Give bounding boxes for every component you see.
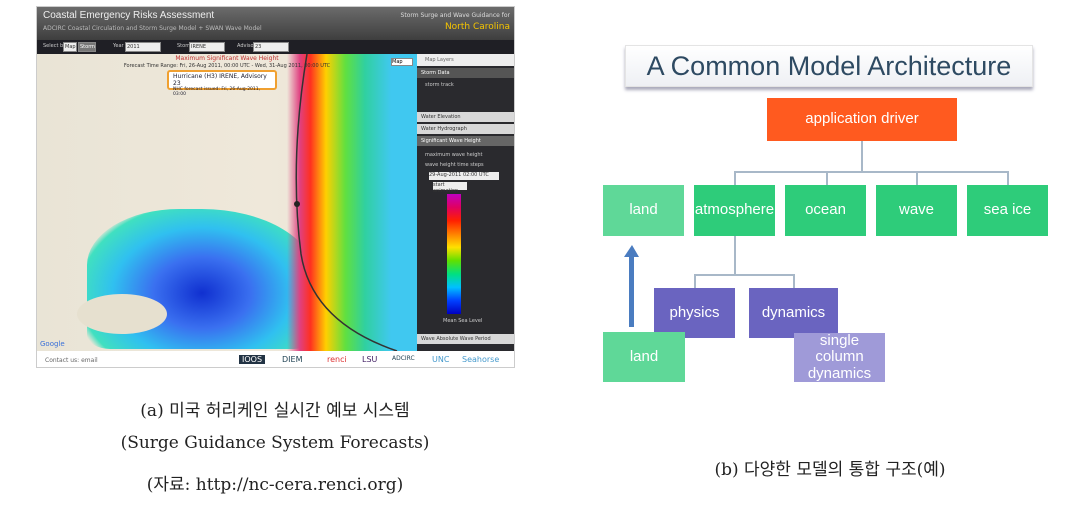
map-layers-panel: Map Layers Storm Data storm track Water … <box>417 54 514 351</box>
sea-level-label: Mean Sea Level <box>443 318 483 324</box>
connector <box>734 171 1008 173</box>
wave-height-map[interactable]: Map Google <box>37 54 417 351</box>
unc-logo: UNC <box>432 355 450 364</box>
region-name: North Carolina <box>444 22 510 32</box>
map-title: Maximum Significant Wave Height <box>175 55 279 62</box>
storm-track-toggle[interactable]: storm track <box>425 82 454 88</box>
region-label: Storm Surge and Wave Guidance for <box>400 12 510 19</box>
google-logo: Google <box>40 340 65 348</box>
connector <box>694 274 794 276</box>
connector <box>793 274 795 288</box>
dynamics-box: dynamics <box>749 288 838 338</box>
footer: Contact us: email IOOS DIEM renci LSU AD… <box>37 351 514 367</box>
hurricane-info: Hurricane (H3) IRENE, Advisory 23 NHC fo… <box>167 70 277 97</box>
map-layers-title: Map Layers <box>417 54 514 66</box>
app-header: Coastal Emergency Risks Assessment ADCIR… <box>37 7 514 40</box>
caption-a-line2: (Surge Guidance System Forecasts) <box>120 433 430 453</box>
physics-box: physics <box>654 288 735 338</box>
app-subtitle: ADCIRC Coastal Circulation and Storm Sur… <box>43 25 262 32</box>
year-select[interactable]: 2011 <box>125 42 161 52</box>
max-wave-radio[interactable]: maximum wave height <box>425 152 483 158</box>
hurricane-forecast-screenshot: Coastal Emergency Risks Assessment ADCIR… <box>36 6 515 368</box>
storm-select[interactable]: IRENE <box>189 42 225 52</box>
wave-height-colorbar <box>447 194 461 314</box>
mexico-land <box>77 294 167 334</box>
atmosphere-box: atmosphere <box>694 185 775 236</box>
map-button[interactable]: Map <box>63 42 77 52</box>
connector <box>826 171 828 185</box>
storm-track <box>294 54 398 351</box>
connector <box>734 236 736 276</box>
sea-ice-box: sea ice <box>967 185 1048 236</box>
ioos-logo: IOOS <box>239 355 266 364</box>
connector <box>916 171 918 185</box>
water-hydrograph-header[interactable]: Water Hydrograph <box>417 124 514 134</box>
date-select[interactable]: 29-Aug-2011 02:00 UTC <box>429 172 499 180</box>
land-box: land <box>603 185 684 236</box>
caption-b: (b) 다양한 모델의 통합 구조(예) <box>714 460 946 480</box>
connector <box>694 274 696 288</box>
sig-wave-header[interactable]: Significant Wave Height <box>417 136 514 146</box>
storm-data-header[interactable]: Storm Data <box>417 68 514 78</box>
storm-button[interactable]: Storm <box>78 42 96 52</box>
toolbar: Select by Map Storm Year 2011 Storm IREN… <box>37 40 514 54</box>
year-label: Year <box>113 43 124 49</box>
wave-period-header[interactable]: Wave Absolute Wave Period <box>417 334 514 344</box>
arrow-up-icon <box>624 245 639 327</box>
diem-logo: DIEM <box>282 355 303 364</box>
hurricane-name: Hurricane (H3) IRENE, Advisory 23 <box>173 73 267 87</box>
advisory-select[interactable]: 23 <box>253 42 289 52</box>
connector <box>1007 171 1009 185</box>
connector <box>861 141 863 173</box>
forecast-range: Forecast Time Range: Fri, 26-Aug 2011, 0… <box>123 63 331 69</box>
connector <box>734 171 736 185</box>
single-column-dynamics-box: single column dynamics <box>794 332 885 382</box>
app-title: Coastal Emergency Risks Assessment <box>43 10 215 21</box>
lsu-logo: LSU <box>362 355 378 364</box>
wave-box: wave <box>876 185 957 236</box>
adcirc-logo: ADCIRC <box>392 355 415 362</box>
ocean-box: ocean <box>785 185 866 236</box>
nhc-issued: NHC forecast issued: Fri, 26-Aug-2011, 0… <box>173 87 261 97</box>
caption-a-line1: (a) 미국 허리케인 실시간 예보 시스템 <box>140 401 410 421</box>
seahorse-logo: Seahorse <box>462 355 500 364</box>
caption-a-line3: (자료: http://nc-cera.renci.org) <box>146 475 404 495</box>
water-elevation-header[interactable]: Water Elevation <box>417 112 514 122</box>
renci-logo: renci <box>327 355 347 364</box>
diagram-title: A Common Model Architecture <box>625 45 1033 87</box>
time-steps-radio[interactable]: wave height time steps <box>425 162 484 168</box>
contact-link[interactable]: Contact us: email <box>45 357 98 364</box>
animation-button[interactable]: start animation <box>433 182 467 194</box>
application-driver-box: application driver <box>767 98 957 141</box>
land-bottom-box: land <box>603 332 685 382</box>
